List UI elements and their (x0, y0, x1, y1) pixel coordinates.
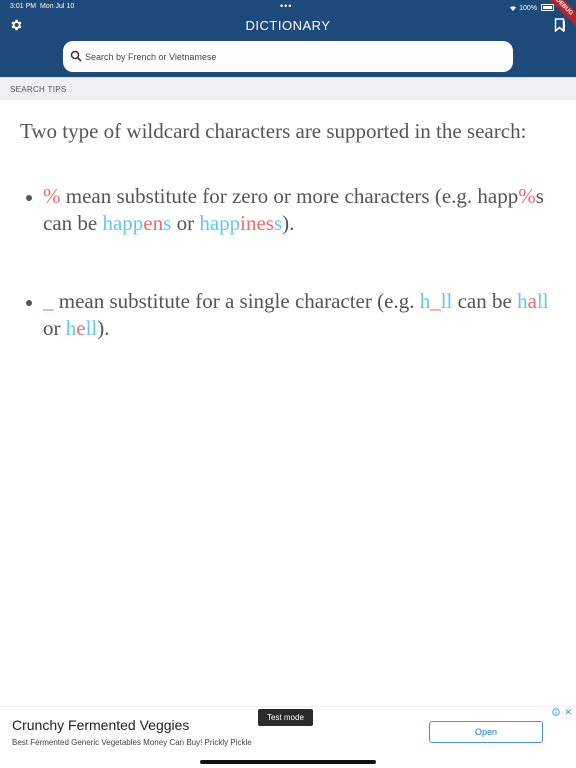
ad-subtitle: Best Fermented Generic Vegetables Money … (12, 738, 252, 747)
example-part: s (273, 211, 283, 235)
search-placeholder: Search by French or Vietnamese (85, 52, 217, 62)
battery-icon (541, 4, 554, 11)
date: Mon Jul 10 (39, 3, 75, 10)
status-time: 3:01 PM Mon Jul 10 (10, 3, 74, 10)
example-part: happ (199, 211, 241, 235)
ad-title[interactable]: Crunchy Fermented Veggies (12, 717, 189, 733)
tips-list: % mean substitute for zero or more chara… (20, 183, 560, 342)
test-mode-badge: Test mode (258, 709, 313, 726)
example-part: h (419, 289, 431, 313)
tip-percent: % mean substitute for zero or more chara… (20, 183, 560, 237)
example-substituted: e (76, 316, 86, 340)
example-pattern: happ%s (477, 184, 544, 208)
section-label: SEARCH TIPS (10, 85, 67, 94)
tip-text: ). (282, 211, 295, 235)
example-match-2: hell (66, 316, 98, 340)
battery-percent: 100% (519, 5, 538, 12)
ad-info-icon[interactable] (552, 708, 560, 716)
tip-underscore: _ mean substitute for a single character… (20, 288, 560, 342)
example-part: happ (477, 184, 519, 208)
tip-text: or (43, 316, 66, 340)
status-bar: 3:01 PM Mon Jul 10 ••• 100% DEBUG (0, 0, 576, 31)
tip-text: can be (43, 211, 103, 235)
example-part: s (535, 184, 544, 208)
example-part: ll (440, 289, 453, 313)
search-tips-content: Two type of wildcard characters are supp… (20, 118, 560, 342)
bookmark-icon[interactable] (554, 18, 566, 32)
tip-text: can be (452, 289, 518, 313)
home-indicator[interactable] (200, 760, 376, 764)
search-icon (70, 50, 82, 62)
app-header: 3:01 PM Mon Jul 10 ••• 100% DEBUG DICTIO… (0, 0, 576, 77)
example-part: h (65, 316, 77, 340)
example-part: ll (85, 316, 98, 340)
example-part: h (517, 289, 528, 313)
wildcard-symbol: % (43, 184, 61, 208)
example-wildcard: _ (430, 289, 441, 313)
example-part: happ (102, 211, 144, 235)
section-header: SEARCH TIPS (0, 77, 576, 100)
close-icon[interactable]: ✕ (564, 707, 572, 718)
example-match-1: hall (517, 289, 549, 313)
search-input[interactable]: Search by French or Vietnamese (63, 41, 513, 72)
wildcard-symbol: _ (43, 289, 54, 313)
multitask-dots[interactable]: ••• (280, 1, 292, 11)
tip-text: or (171, 211, 200, 235)
wifi-icon (510, 6, 517, 12)
page-title: DICTIONARY (245, 18, 331, 33)
time: 3:01 PM (10, 3, 37, 10)
tip-text: mean substitute for a single character (… (53, 289, 420, 313)
example-substituted: a (527, 289, 537, 313)
example-substituted: en (143, 211, 164, 235)
tip-text: mean substitute for zero or more charact… (60, 184, 478, 208)
ad-open-button[interactable]: Open (429, 721, 543, 743)
example-pattern: h_ll (420, 289, 453, 313)
intro-text: Two type of wildcard characters are supp… (20, 119, 527, 143)
example-substituted: ines (240, 211, 274, 235)
example-match-2: happiness (199, 211, 282, 235)
example-wildcard: % (518, 184, 536, 208)
example-part: ll (536, 289, 549, 313)
example-match-1: happens (102, 211, 171, 235)
status-right: 100% (509, 3, 554, 12)
ad-banner[interactable]: Crunchy Fermented Veggies Best Fermented… (0, 706, 576, 759)
tip-text: ). (97, 316, 110, 340)
